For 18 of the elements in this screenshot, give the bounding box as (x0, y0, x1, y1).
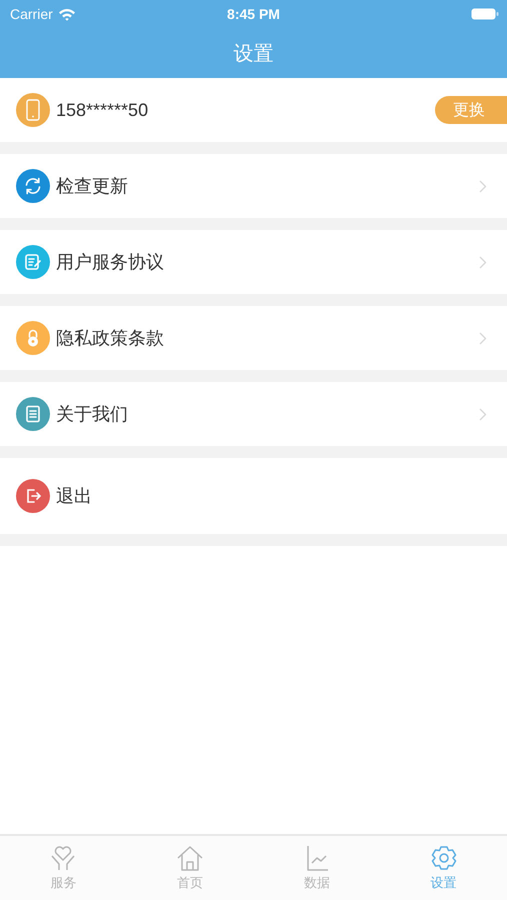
tab-label: 数据 (304, 875, 330, 892)
tab-label: 服务 (50, 875, 76, 892)
menu-label: 隐私政策条款 (56, 327, 165, 350)
tab-label: 设置 (430, 875, 457, 892)
menu-label: 用户服务协议 (56, 251, 165, 274)
carrier-label: Carrier (10, 6, 53, 22)
menu-item[interactable]: 退出 (0, 446, 507, 546)
menu-label: 退出 (56, 485, 93, 508)
battery-icon (471, 8, 499, 20)
phone-icon (16, 93, 50, 127)
home-icon (175, 844, 206, 872)
clock-time: 8:45 PM (227, 6, 280, 22)
page-title: 设置 (234, 40, 274, 66)
phone-number: 158******50 (56, 100, 150, 120)
tab-label: 首页 (177, 875, 204, 892)
menu-label: 关于我们 (56, 403, 129, 426)
menu-label: 检查更新 (56, 175, 129, 198)
wifi-icon (58, 8, 76, 20)
